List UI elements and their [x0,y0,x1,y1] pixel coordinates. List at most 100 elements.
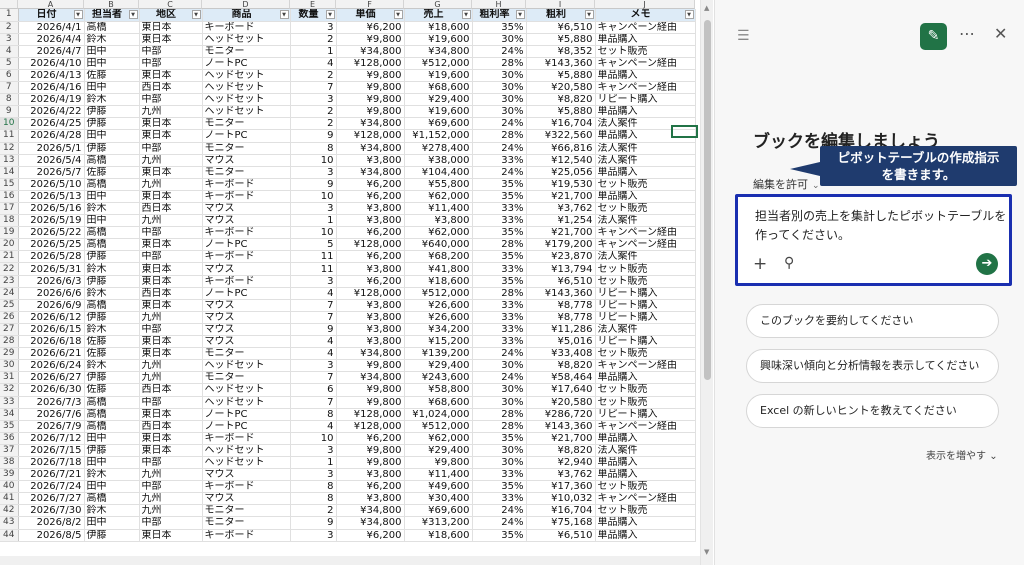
table-cell[interactable]: 7 [290,299,337,312]
table-cell[interactable]: ¥16,704 [526,504,596,518]
table-cell[interactable]: ¥6,200 [336,432,405,445]
table-cell[interactable]: 33% [472,468,527,482]
table-cell[interactable]: 九州 [139,311,203,324]
horizontal-scrollbar[interactable] [0,556,700,565]
table-cell[interactable]: 西日本 [139,81,203,95]
table-cell[interactable]: 法人案件 [595,323,696,337]
row-number[interactable]: 14 [0,166,19,179]
table-cell[interactable]: 2026/7/27 [18,492,85,506]
table-cell[interactable]: ¥26,600 [404,299,473,312]
table-cell[interactable]: 2026/6/21 [18,347,85,361]
table-cell[interactable]: 高橋 [84,420,140,433]
table-cell[interactable]: 2026/7/24 [18,480,85,494]
table-cell[interactable]: 2026/5/1 [18,142,85,155]
suggestion-trends[interactable]: 興味深い傾向と分析情報を表示してください [746,349,999,383]
table-cell[interactable]: ¥6,200 [336,250,405,264]
table-cell[interactable]: ¥34,800 [336,45,405,58]
suggestion-tips[interactable]: Excel の新しいヒントを教えてください [746,394,999,428]
table-cell[interactable]: ¥34,800 [336,347,405,361]
table-cell[interactable]: 28% [472,420,527,433]
row-number[interactable]: 3 [0,33,19,46]
table-cell[interactable]: 東日本 [139,408,203,421]
table-cell[interactable]: 2026/8/2 [18,516,85,530]
table-cell[interactable]: 30% [472,105,527,119]
table-cell[interactable]: 33% [472,154,527,167]
row-number[interactable]: 10 [0,117,19,131]
table-cell[interactable]: ¥34,800 [336,166,405,179]
table-cell[interactable]: ¥19,600 [404,33,473,46]
row-number[interactable]: 37 [0,444,19,457]
table-cell[interactable]: 鈴木 [84,202,140,216]
header-cell[interactable]: 担当者 ▼ [84,9,140,22]
table-cell[interactable]: 西日本 [139,420,203,433]
table-cell[interactable]: 法人案件 [595,214,696,228]
table-cell[interactable]: 35% [472,178,527,191]
table-cell[interactable]: ¥128,000 [336,238,405,252]
table-cell[interactable]: ¥5,880 [526,105,596,119]
table-cell[interactable]: 2026/6/6 [18,287,85,300]
table-cell[interactable]: ¥18,600 [404,275,473,288]
table-cell[interactable]: 東日本 [139,275,203,288]
table-cell[interactable]: 24% [472,166,527,179]
table-cell[interactable]: 中部 [139,93,203,107]
table-cell[interactable]: ¥8,820 [526,444,596,457]
table-cell[interactable]: 2026/5/16 [18,202,85,216]
table-cell[interactable]: ¥17,360 [526,480,596,494]
table-cell[interactable]: ¥9,800 [404,456,473,470]
table-cell[interactable]: 中部 [139,516,203,530]
table-cell[interactable]: 6 [290,383,337,397]
column-header-d[interactable]: D [202,0,290,9]
table-cell[interactable]: ¥104,400 [404,166,473,179]
table-cell[interactable]: 東日本 [139,347,203,361]
table-cell[interactable]: 24% [472,516,527,530]
table-cell[interactable]: 3 [290,93,337,107]
row-number[interactable]: 36 [0,432,19,445]
table-cell[interactable]: 単品購入 [595,371,696,385]
table-cell[interactable]: 法人案件 [595,250,696,264]
row-number[interactable]: 22 [0,262,19,276]
table-cell[interactable]: ¥143,360 [526,420,596,433]
table-cell[interactable]: 2026/5/10 [18,178,85,191]
table-cell[interactable]: ¥286,720 [526,408,596,421]
vertical-scrollbar[interactable]: ▲ ▼ [700,0,713,565]
table-cell[interactable]: 2026/7/3 [18,396,85,409]
table-cell[interactable]: ¥8,778 [526,299,596,312]
table-cell[interactable]: 法人案件 [595,154,696,167]
table-cell[interactable]: リピート購入 [595,311,696,324]
table-cell[interactable]: 九州 [139,359,203,373]
table-cell[interactable]: ¥9,800 [336,105,405,119]
table-cell[interactable]: 28% [472,57,527,70]
table-cell[interactable]: キャンペーン経由 [595,226,696,240]
filter-dropdown-icon[interactable]: ▼ [279,10,289,19]
table-cell[interactable]: 九州 [139,468,203,482]
row-number[interactable]: 40 [0,480,19,494]
table-cell[interactable]: 2026/6/18 [18,335,85,349]
table-cell[interactable]: 田中 [84,456,140,470]
table-cell[interactable]: 11 [290,250,337,264]
table-cell[interactable]: ¥38,000 [404,154,473,167]
table-cell[interactable]: 九州 [139,178,203,191]
row-number[interactable]: 31 [0,371,19,385]
table-cell[interactable]: ¥143,360 [526,287,596,300]
table-cell[interactable]: ¥8,820 [526,93,596,107]
table-cell[interactable]: 28% [472,408,527,421]
table-cell[interactable]: 9 [290,178,337,191]
table-cell[interactable]: セット販売 [595,262,696,276]
table-cell[interactable]: 2026/4/22 [18,105,85,119]
table-cell[interactable]: ¥9,800 [336,396,405,409]
table-cell[interactable]: ¥34,800 [336,117,405,131]
table-cell[interactable]: 9 [290,516,337,530]
table-cell[interactable]: 東日本 [139,21,203,34]
table-cell[interactable]: 2026/5/28 [18,250,85,264]
row-number[interactable]: 2 [0,21,19,34]
table-cell[interactable]: 2026/4/13 [18,69,85,83]
table-cell[interactable]: 33% [472,323,527,337]
table-cell[interactable]: 田中 [84,81,140,95]
table-cell[interactable]: 33% [472,202,527,216]
table-cell[interactable]: マウス [202,202,291,216]
table-cell[interactable]: 10 [290,432,337,445]
filter-dropdown-icon[interactable]: ▼ [73,10,83,19]
table-cell[interactable]: 2026/7/12 [18,432,85,445]
table-cell[interactable]: 8 [290,408,337,421]
scroll-thumb[interactable] [704,20,711,380]
